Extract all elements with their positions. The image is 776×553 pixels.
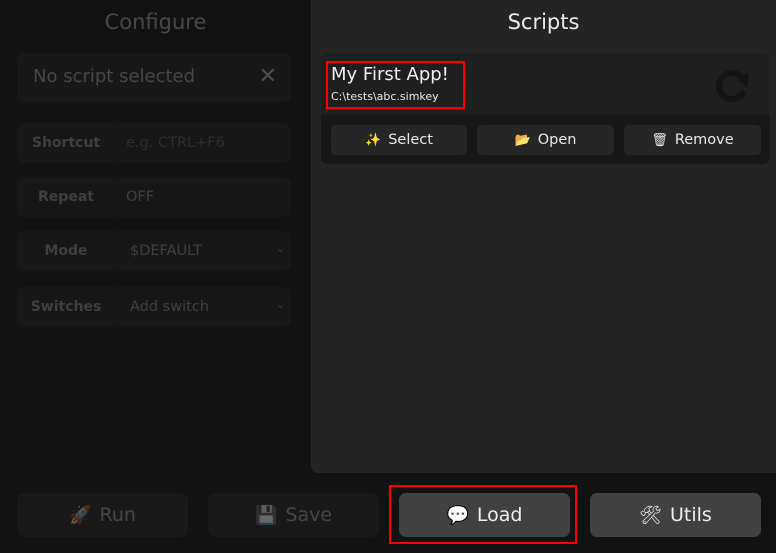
open-label: Open: [537, 132, 577, 148]
trash-icon: 🗑: [651, 132, 668, 148]
open-button[interactable]: 📂 Open: [477, 125, 614, 155]
selected-script-label: No script selected: [33, 66, 196, 87]
shortcut-label: Shortcut: [17, 123, 116, 163]
shortcut-input[interactable]: e.g. CTRL+F6: [116, 123, 291, 163]
close-icon[interactable]: ✕: [259, 64, 277, 89]
repeat-label: Repeat: [17, 177, 116, 217]
selected-script-box: No script selected ✕: [17, 53, 291, 102]
chevron-down-icon: ⌄: [275, 298, 285, 311]
scripts-title: Scripts: [507, 10, 580, 34]
remove-label: Remove: [674, 132, 734, 148]
shortcut-row: Shortcut e.g. CTRL+F6: [17, 123, 291, 163]
save-label: Save: [285, 504, 333, 526]
highlight-box: [326, 61, 465, 109]
switches-label: Switches: [17, 287, 116, 327]
reload-icon[interactable]: [712, 65, 752, 105]
repeat-row: Repeat OFF: [17, 177, 291, 217]
utils-button[interactable]: 🛠 Utils: [590, 493, 761, 537]
folder-icon: 📂: [514, 132, 531, 148]
switches-row: Switches Add switch ⌄: [17, 287, 291, 327]
script-card-header: My First App! C:\tests\abc.simkey: [321, 53, 770, 115]
chevron-down-icon: ⌄: [275, 242, 285, 255]
run-label: Run: [99, 504, 136, 526]
tools-icon: 🛠: [639, 504, 663, 526]
repeat-toggle[interactable]: OFF: [116, 177, 291, 217]
rocket-icon: 🚀: [69, 504, 92, 526]
sparkles-icon: ✨: [365, 132, 382, 148]
scripts-panel: Scripts My First App! C:\tests\abc.simke…: [311, 0, 776, 473]
remove-button[interactable]: 🗑 Remove: [624, 125, 761, 155]
save-button[interactable]: 💾 Save: [208, 493, 379, 537]
floppy-disk-icon: 💾: [254, 504, 278, 526]
mode-select[interactable]: $DEFAULT ⌄: [116, 231, 291, 271]
mode-value: $DEFAULT: [130, 243, 203, 259]
utils-label: Utils: [670, 504, 712, 526]
switches-value: Add switch: [130, 299, 209, 315]
mode-row: Mode $DEFAULT ⌄: [17, 231, 291, 271]
select-button[interactable]: ✨ Select: [331, 125, 467, 155]
highlight-box: [389, 485, 577, 544]
mode-label: Mode: [17, 231, 116, 271]
configure-title: Configure: [104, 10, 207, 34]
configure-panel: Configure No script selected ✕ Shortcut …: [0, 0, 311, 473]
select-label: Select: [388, 132, 433, 148]
script-card: My First App! C:\tests\abc.simkey ✨ Sele…: [321, 53, 770, 164]
switches-select[interactable]: Add switch ⌄: [116, 287, 291, 327]
run-button[interactable]: 🚀 Run: [17, 493, 188, 537]
